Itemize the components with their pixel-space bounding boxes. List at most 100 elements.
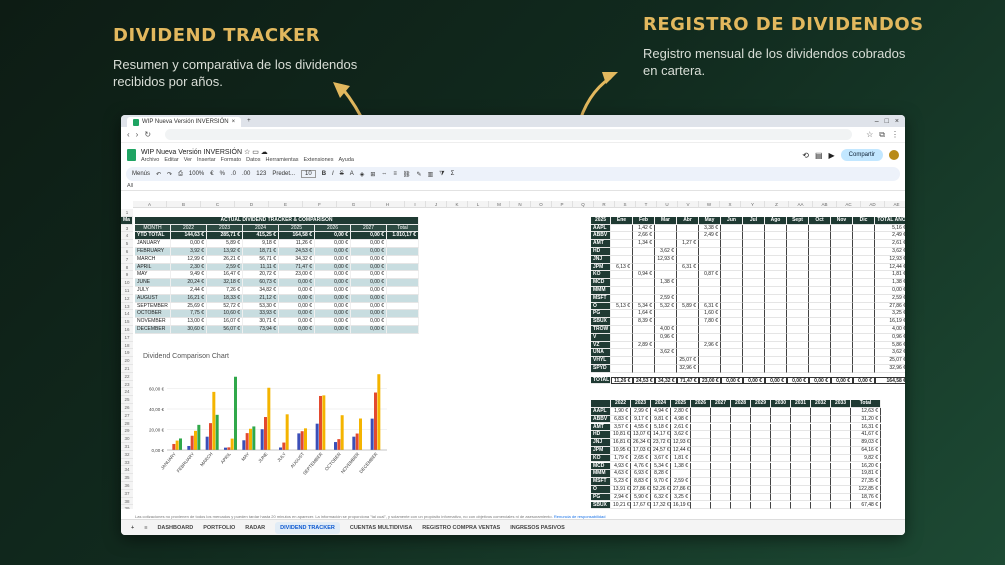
registro-year-total[interactable]: 5,16 €	[875, 225, 905, 233]
compare-cell[interactable]	[791, 478, 811, 486]
row-header[interactable]: 8	[121, 263, 133, 272]
compare-total[interactable]: 64,16 €	[851, 446, 881, 455]
compare-total[interactable]: 122,85 €	[851, 485, 881, 494]
registro-cell[interactable]	[721, 287, 743, 295]
registro-cell[interactable]	[743, 341, 765, 350]
registro-cell[interactable]: 1,34 €	[633, 240, 655, 248]
compare-cell[interactable]: 6,32 €	[651, 493, 671, 502]
avatar[interactable]	[889, 150, 899, 160]
registro-cell[interactable]: 5,34 €	[633, 302, 655, 311]
tracker-cell[interactable]	[387, 263, 419, 272]
compare-cell[interactable]	[691, 485, 711, 494]
compare-cell[interactable]: 6,83 €	[611, 415, 631, 424]
tracker-cell[interactable]: JANUARY	[135, 240, 171, 248]
borders-icon[interactable]: ⊞	[370, 171, 375, 178]
tracker-ytd-cell[interactable]: 415,25 €	[243, 232, 279, 241]
registro-cell[interactable]	[765, 271, 787, 280]
compare-cell[interactable]	[831, 423, 851, 432]
compare-cell[interactable]	[731, 431, 751, 440]
registro-cell[interactable]	[743, 279, 765, 287]
reload-icon[interactable]: ↻	[144, 130, 151, 139]
registro-header[interactable]: Nov	[831, 216, 853, 225]
registro-cell[interactable]	[853, 232, 875, 241]
bookmark-star-icon[interactable]: ☆	[866, 130, 873, 139]
column-header[interactable]: AC	[837, 201, 861, 208]
registro-header[interactable]: Abr	[677, 216, 699, 225]
row-header[interactable]: 17	[121, 333, 133, 342]
registro-year-total[interactable]: 3,25 €	[875, 310, 905, 319]
tracker-cell[interactable]: DECEMBER	[135, 326, 171, 334]
tracker-cell[interactable]: 0,00 €	[315, 271, 351, 280]
row-header[interactable]: 25	[121, 396, 133, 404]
compare-cell[interactable]	[691, 415, 711, 424]
registro-cell[interactable]	[809, 333, 831, 342]
tracker-cell[interactable]: 0,00 €	[315, 263, 351, 272]
tracker-cell[interactable]: 33,93 €	[243, 310, 279, 319]
compare-cell[interactable]: 4,55 €	[631, 423, 651, 432]
registro-cell[interactable]	[677, 232, 699, 241]
undo-icon[interactable]: ↶	[156, 171, 161, 178]
registro-cell[interactable]	[743, 287, 765, 295]
registro-cell[interactable]	[633, 279, 655, 287]
tracker-cell[interactable]: 0,00 €	[351, 271, 387, 280]
registro-total-cell[interactable]: 0,00 €	[765, 376, 787, 385]
registro-cell[interactable]	[611, 349, 633, 358]
row-header[interactable]: 22	[121, 372, 133, 381]
compare-header[interactable]: 2028	[731, 400, 751, 408]
row-header[interactable]: 18	[121, 341, 133, 350]
compare-cell[interactable]: 1,79 €	[611, 454, 631, 463]
compare-cell[interactable]	[691, 423, 711, 432]
registro-year-total[interactable]: 0,00 €	[875, 287, 905, 295]
row-header[interactable]: 19	[121, 349, 133, 358]
column-header[interactable]: G	[337, 201, 371, 208]
compare-cell[interactable]: 5,34 €	[651, 462, 671, 471]
registro-cell[interactable]	[853, 263, 875, 272]
registro-cell[interactable]	[787, 279, 809, 287]
sheet-tab-dashboard[interactable]: DASHBOARD	[157, 525, 193, 531]
registro-cell[interactable]	[699, 248, 721, 256]
compare-header[interactable]: 2033	[831, 400, 851, 408]
row-header[interactable]: 39	[121, 505, 133, 509]
compare-cell[interactable]	[791, 423, 811, 432]
compare-cell[interactable]	[731, 470, 751, 479]
compare-cell[interactable]	[731, 462, 751, 471]
tracker-cell[interactable]: 12,99 €	[171, 255, 207, 264]
compare-cell[interactable]	[811, 493, 831, 502]
compare-cell[interactable]: 14,17 €	[651, 431, 671, 440]
close-tab-icon[interactable]: ×	[232, 119, 236, 125]
registro-cell[interactable]	[743, 255, 765, 264]
registro-cell[interactable]	[721, 279, 743, 287]
registro-cell[interactable]	[699, 240, 721, 248]
tracker-cell[interactable]: 16,21 €	[171, 294, 207, 303]
compare-cell[interactable]	[791, 407, 811, 416]
registro-cell[interactable]	[699, 263, 721, 272]
registro-cell[interactable]	[743, 326, 765, 334]
tracker-cell[interactable]: 73,94 €	[243, 326, 279, 334]
registro-cell[interactable]	[677, 333, 699, 342]
tracker-cell[interactable]: 0,00 €	[171, 240, 207, 248]
registro-cell[interactable]	[611, 232, 633, 241]
tracker-header[interactable]: Total	[387, 224, 419, 233]
compare-cell[interactable]	[691, 431, 711, 440]
compare-cell[interactable]	[751, 454, 771, 463]
tracker-header[interactable]: MONTH	[135, 224, 171, 233]
tracker-cell[interactable]: 53,30 €	[243, 302, 279, 311]
column-header[interactable]: X	[720, 201, 741, 208]
registro-cell[interactable]: 1,27 €	[677, 240, 699, 248]
tracker-cell[interactable]	[387, 326, 419, 334]
tracker-cell[interactable]: 0,00 €	[315, 326, 351, 334]
tracker-cell[interactable]: 0,00 €	[315, 302, 351, 311]
registro-cell[interactable]	[743, 263, 765, 272]
column-header[interactable]: R	[594, 201, 615, 208]
tracker-cell[interactable]: 18,33 €	[207, 294, 243, 303]
compare-cell[interactable]	[711, 439, 731, 447]
registro-cell[interactable]	[743, 318, 765, 326]
tracker-cell[interactable]: 56,71 €	[243, 255, 279, 264]
menu-datos[interactable]: Datos	[246, 157, 260, 163]
chart-icon[interactable]: ▥	[428, 171, 434, 178]
row-header[interactable]: 35	[121, 474, 133, 482]
row-header[interactable]: 27	[121, 411, 133, 420]
address-bar[interactable]	[165, 129, 853, 140]
compare-cell[interactable]	[811, 462, 831, 471]
registro-total-cell[interactable]: 0,00 €	[853, 376, 875, 385]
